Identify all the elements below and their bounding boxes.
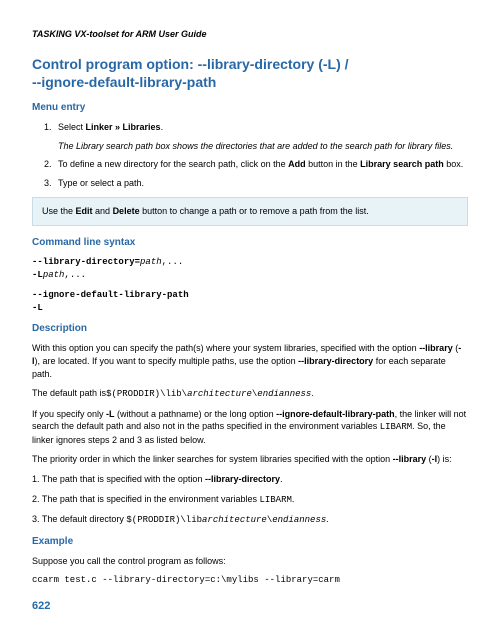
desc-p1-f: --library-directory	[298, 356, 373, 366]
desc-p4: The priority order in which the linker s…	[32, 453, 468, 466]
step1-post: .	[161, 122, 164, 132]
desc-p3-b: -L	[106, 409, 115, 419]
step1-note: The Library search path box shows the di…	[58, 140, 468, 153]
desc-p1-b: --library	[419, 343, 453, 353]
step1-bold: Linker » Libraries	[86, 122, 161, 132]
desc-p2-c: architecture	[187, 389, 252, 399]
title-line2: --ignore-default-library-path	[32, 74, 216, 90]
step2-d: Library search path	[360, 159, 444, 169]
desc-p3-a: If you specify only	[32, 409, 106, 419]
pri1-a: 1. The path that is specified with the o…	[32, 474, 205, 484]
desc-p4-a: The priority order in which the linker s…	[32, 454, 393, 464]
pri2-a: 2. The path that is specified in the env…	[32, 494, 259, 504]
cli-block-2: --ignore-default-library-path -L	[32, 289, 468, 314]
desc-p2-a: The default path is	[32, 388, 106, 398]
cli1-b: path	[140, 257, 162, 267]
step2-a: To define a new directory for the search…	[58, 159, 288, 169]
desc-p3-f: LIBARM	[380, 422, 412, 432]
pri1-b: --library-directory	[205, 474, 280, 484]
page-number: 622	[32, 599, 468, 614]
desc-p4-e: ) is:	[437, 454, 452, 464]
step1-pre: Select	[58, 122, 86, 132]
step-3: Type or select a path.	[54, 177, 468, 190]
step2-c: button in the	[306, 159, 361, 169]
cli1-c: ,...	[162, 257, 184, 267]
pri2-c: .	[292, 494, 295, 504]
desc-p2-f: .	[311, 388, 314, 398]
desc-p2-e: endianness	[257, 389, 311, 399]
pri1-c: .	[280, 474, 283, 484]
pri3-c: architecture	[202, 515, 267, 525]
info-box: Use the Edit and Delete button to change…	[32, 197, 468, 226]
infobox-a: Use the	[42, 206, 76, 216]
cli4: -L	[32, 303, 43, 313]
pri3-a: 3. The default directory	[32, 514, 126, 524]
priority-3: 3. The default directory $(PRODDIR)\liba…	[32, 513, 468, 527]
desc-p2: The default path is$(PRODDIR)\lib\archit…	[32, 387, 468, 401]
infobox-d: Delete	[113, 206, 140, 216]
pri3-b: $(PRODDIR)\lib	[126, 515, 202, 525]
cli-block-1: --library-directory=path,... -Lpath,...	[32, 256, 468, 281]
menu-entry-heading: Menu entry	[32, 101, 468, 115]
pri3-f: .	[326, 514, 329, 524]
doc-header: TASKING VX-toolset for ARM User Guide	[32, 28, 468, 41]
description-heading: Description	[32, 322, 468, 336]
page-title: Control program option: --library-direct…	[32, 55, 468, 91]
desc-p1: With this option you can specify the pat…	[32, 342, 468, 380]
priority-2: 2. The path that is specified in the env…	[32, 493, 468, 507]
desc-p1-e: ), are located. If you want to specify m…	[35, 356, 299, 366]
step-1: Select Linker » Libraries.	[54, 121, 468, 134]
desc-p4-b: --library	[393, 454, 427, 464]
desc-p3-c: (without a pathname) or the long option	[115, 409, 277, 419]
pri2-b: LIBARM	[259, 495, 291, 505]
cli-syntax-heading: Command line syntax	[32, 236, 468, 250]
infobox-c: and	[93, 206, 113, 216]
cli2-b: path	[43, 270, 65, 280]
desc-p2-b: $(PRODDIR)\lib\	[106, 389, 187, 399]
infobox-b: Edit	[76, 206, 93, 216]
pri3-e: endianness	[272, 515, 326, 525]
menu-steps-cont: To define a new directory for the search…	[32, 158, 468, 189]
menu-steps: Select Linker » Libraries.	[32, 121, 468, 134]
step2-e: box.	[444, 159, 464, 169]
desc-p3: If you specify only -L (without a pathna…	[32, 408, 468, 447]
example-text: Suppose you call the control program as …	[32, 555, 468, 568]
title-line1: Control program option: --library-direct…	[32, 56, 349, 72]
cli2-c: ,...	[64, 270, 86, 280]
example-code: ccarm test.c --library-directory=c:\myli…	[32, 574, 468, 587]
cli3: --ignore-default-library-path	[32, 290, 189, 300]
infobox-e: button to change a path or to remove a p…	[140, 206, 369, 216]
step-2: To define a new directory for the search…	[54, 158, 468, 171]
example-heading: Example	[32, 535, 468, 549]
cli2-a: -L	[32, 270, 43, 280]
desc-p3-d: --ignore-default-library-path	[276, 409, 395, 419]
priority-1: 1. The path that is specified with the o…	[32, 473, 468, 486]
step2-b: Add	[288, 159, 306, 169]
cli1-a: --library-directory=	[32, 257, 140, 267]
desc-p1-a: With this option you can specify the pat…	[32, 343, 419, 353]
